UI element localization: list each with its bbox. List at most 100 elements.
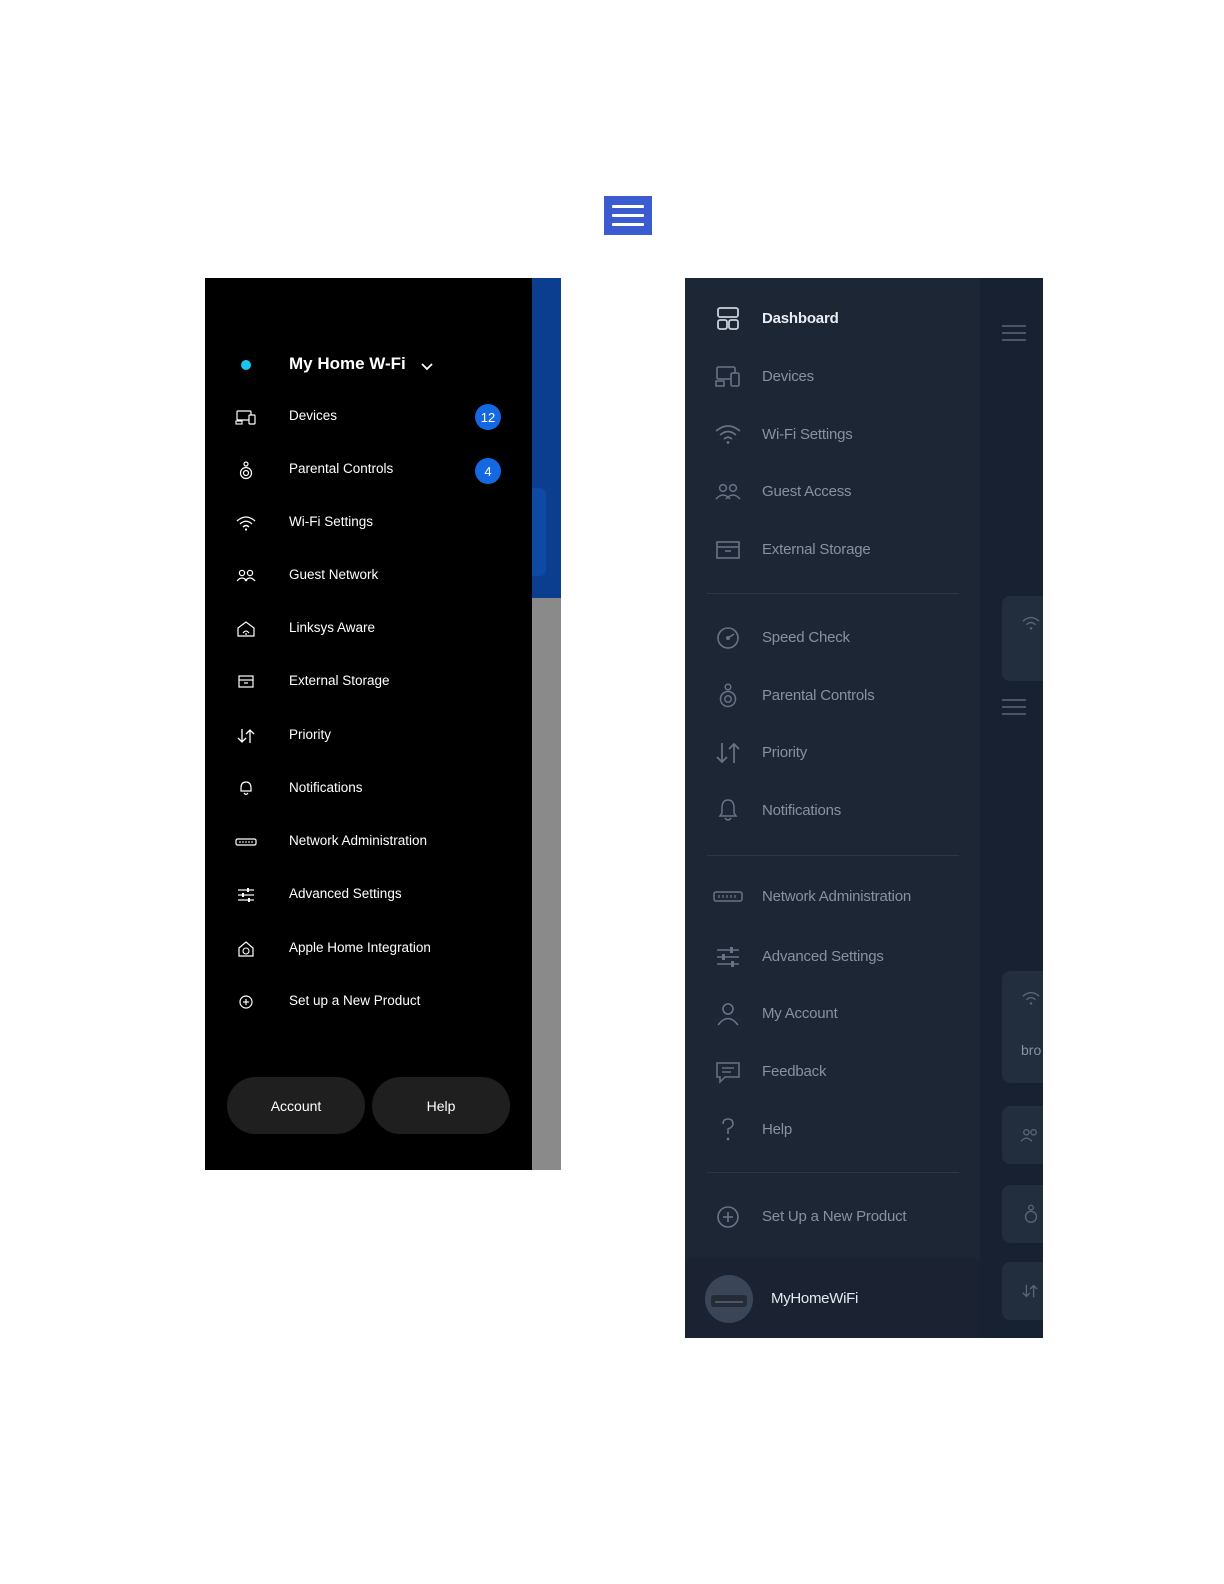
priority-icon <box>716 742 740 764</box>
guest-access-icon <box>715 483 741 500</box>
menu-item-advanced-settings[interactable]: Advanced Settings <box>205 875 532 915</box>
menu-item-apple-home-integration[interactable]: Apple Home Integration <box>205 929 532 969</box>
menu-item-external-storage[interactable]: External Storage <box>685 530 980 570</box>
menu-item-label: Notifications <box>289 780 363 795</box>
devices-icon <box>235 410 256 425</box>
feedback-icon <box>716 1062 740 1084</box>
menu-item-guest-access[interactable]: Guest Access <box>685 472 980 512</box>
advanced-settings-icon <box>717 947 739 967</box>
menu-item-feedback[interactable]: Feedback <box>685 1052 980 1092</box>
menu-item-dashboard[interactable]: Dashboard <box>685 299 980 339</box>
side-menu: My Home W-Fi Devices 12 Parental Control… <box>205 278 532 1170</box>
parental-controls-icon <box>1024 1204 1038 1223</box>
menu-item-label: Linksys Aware <box>289 620 376 635</box>
left-menu-screenshot: My Home W-Fi Devices 12 Parental Control… <box>205 278 561 1170</box>
menu-item-label: Feedback <box>762 1063 827 1080</box>
menu-item-label: Devices <box>289 408 338 423</box>
menu-item-label: Advanced Settings <box>762 948 884 965</box>
menu-item-wifi-settings[interactable]: Wi-Fi Settings <box>205 503 532 543</box>
network-name: My Home W-Fi <box>289 354 406 373</box>
menu-item-network-administration[interactable]: Network Administration <box>205 822 532 862</box>
menu-item-notifications[interactable]: Notifications <box>205 769 532 809</box>
menu-item-label: Priority <box>762 744 808 761</box>
menu-item-label: Wi-Fi Settings <box>289 514 374 529</box>
menu-item-parental-controls[interactable]: Parental Controls <box>685 676 980 716</box>
network-selector[interactable]: My Home W-Fi <box>205 348 532 382</box>
guest-network-icon <box>236 569 256 582</box>
menu-item-label: Parental Controls <box>289 461 394 476</box>
chevron-down-icon[interactable] <box>420 360 434 374</box>
network-name: MyHomeWiFi <box>771 1290 858 1307</box>
wifi-icon <box>715 425 741 444</box>
priority-icon <box>237 729 255 743</box>
add-product-icon <box>239 995 253 1009</box>
router-avatar <box>705 1275 753 1323</box>
hamburger-menu-icon[interactable] <box>604 196 652 235</box>
menu-item-guest-network[interactable]: Guest Network <box>205 556 532 596</box>
menu-item-priority[interactable]: Priority <box>205 716 532 756</box>
menu-item-wifi-settings[interactable]: Wi-Fi Settings <box>685 415 980 455</box>
menu-item-network-administration[interactable]: Network Administration <box>685 877 980 917</box>
add-product-icon <box>717 1206 739 1228</box>
menu-item-label: Set up a New Product <box>289 993 421 1008</box>
menu-divider <box>707 593 959 594</box>
menu-item-notifications[interactable]: Notifications <box>685 791 980 831</box>
menu-item-devices[interactable]: Devices <box>685 357 980 397</box>
menu-item-priority[interactable]: Priority <box>685 733 980 773</box>
account-button[interactable]: Account <box>227 1077 365 1134</box>
help-button[interactable]: Help <box>372 1077 510 1134</box>
menu-item-label: Notifications <box>762 802 842 819</box>
background-card: bro <box>1002 971 1043 1083</box>
menu-item-label: Speed Check <box>762 629 850 646</box>
parental-controls-icon <box>239 461 253 480</box>
menu-item-label: Dashboard <box>762 310 839 327</box>
menu-item-label: External Storage <box>289 673 390 688</box>
hamburger-menu-icon[interactable] <box>1002 698 1026 716</box>
menu-item-label: Apple Home Integration <box>289 940 431 955</box>
menu-item-help[interactable]: Help <box>685 1110 980 1150</box>
background-card <box>1002 1262 1043 1320</box>
background-page-edge: bro <box>980 278 1043 1338</box>
background-page-overlay <box>532 598 561 1170</box>
background-card <box>1002 1185 1043 1243</box>
external-storage-icon <box>238 675 254 688</box>
speed-check-icon <box>717 627 739 649</box>
menu-item-advanced-settings[interactable]: Advanced Settings <box>685 937 980 977</box>
menu-item-label: Devices <box>762 368 814 385</box>
wifi-icon <box>1022 991 1040 1005</box>
background-page-edge <box>532 278 561 598</box>
menu-item-speed-check[interactable]: Speed Check <box>685 618 980 658</box>
devices-count-badge: 12 <box>475 404 501 430</box>
network-administration-icon <box>235 838 257 846</box>
menu-divider <box>707 855 959 856</box>
menu-item-set-up-new-product[interactable]: Set Up a New Product <box>685 1197 980 1237</box>
menu-item-parental-controls[interactable]: Parental Controls 4 <box>205 450 532 490</box>
menu-item-external-storage[interactable]: External Storage <box>205 662 532 702</box>
background-card <box>1002 596 1043 681</box>
menu-item-set-up-new-product[interactable]: Set up a New Product <box>205 982 532 1022</box>
dashboard-icon <box>717 307 739 330</box>
network-administration-icon <box>713 891 743 902</box>
my-account-icon <box>717 1003 739 1026</box>
hamburger-menu-icon[interactable] <box>1002 324 1026 342</box>
menu-item-label: Guest Access <box>762 483 852 500</box>
menu-item-label: My Account <box>762 1005 838 1022</box>
parental-controls-icon <box>719 683 737 708</box>
side-menu: Dashboard Devices Wi-Fi Settings Guest A… <box>685 278 980 1338</box>
menu-item-label: Set Up a New Product <box>762 1208 907 1225</box>
status-dot-icon <box>241 360 251 370</box>
guest-access-icon <box>1020 1128 1037 1142</box>
notifications-icon <box>718 799 738 821</box>
menu-item-label: Wi-Fi Settings <box>762 426 853 443</box>
menu-item-devices[interactable]: Devices 12 <box>205 397 532 437</box>
parental-controls-badge: 4 <box>475 458 501 484</box>
menu-item-linksys-aware[interactable]: Linksys Aware <box>205 609 532 649</box>
background-card-text: bro <box>1021 1042 1042 1058</box>
advanced-settings-icon <box>238 888 254 902</box>
wifi-icon <box>236 516 256 531</box>
right-menu-screenshot: bro Dashboard Devices Wi-Fi Settings Gue… <box>685 278 1043 1338</box>
menu-item-my-account[interactable]: My Account <box>685 994 980 1034</box>
menu-item-label: Advanced Settings <box>289 886 402 901</box>
notifications-icon <box>240 781 252 796</box>
devices-icon <box>715 366 740 387</box>
